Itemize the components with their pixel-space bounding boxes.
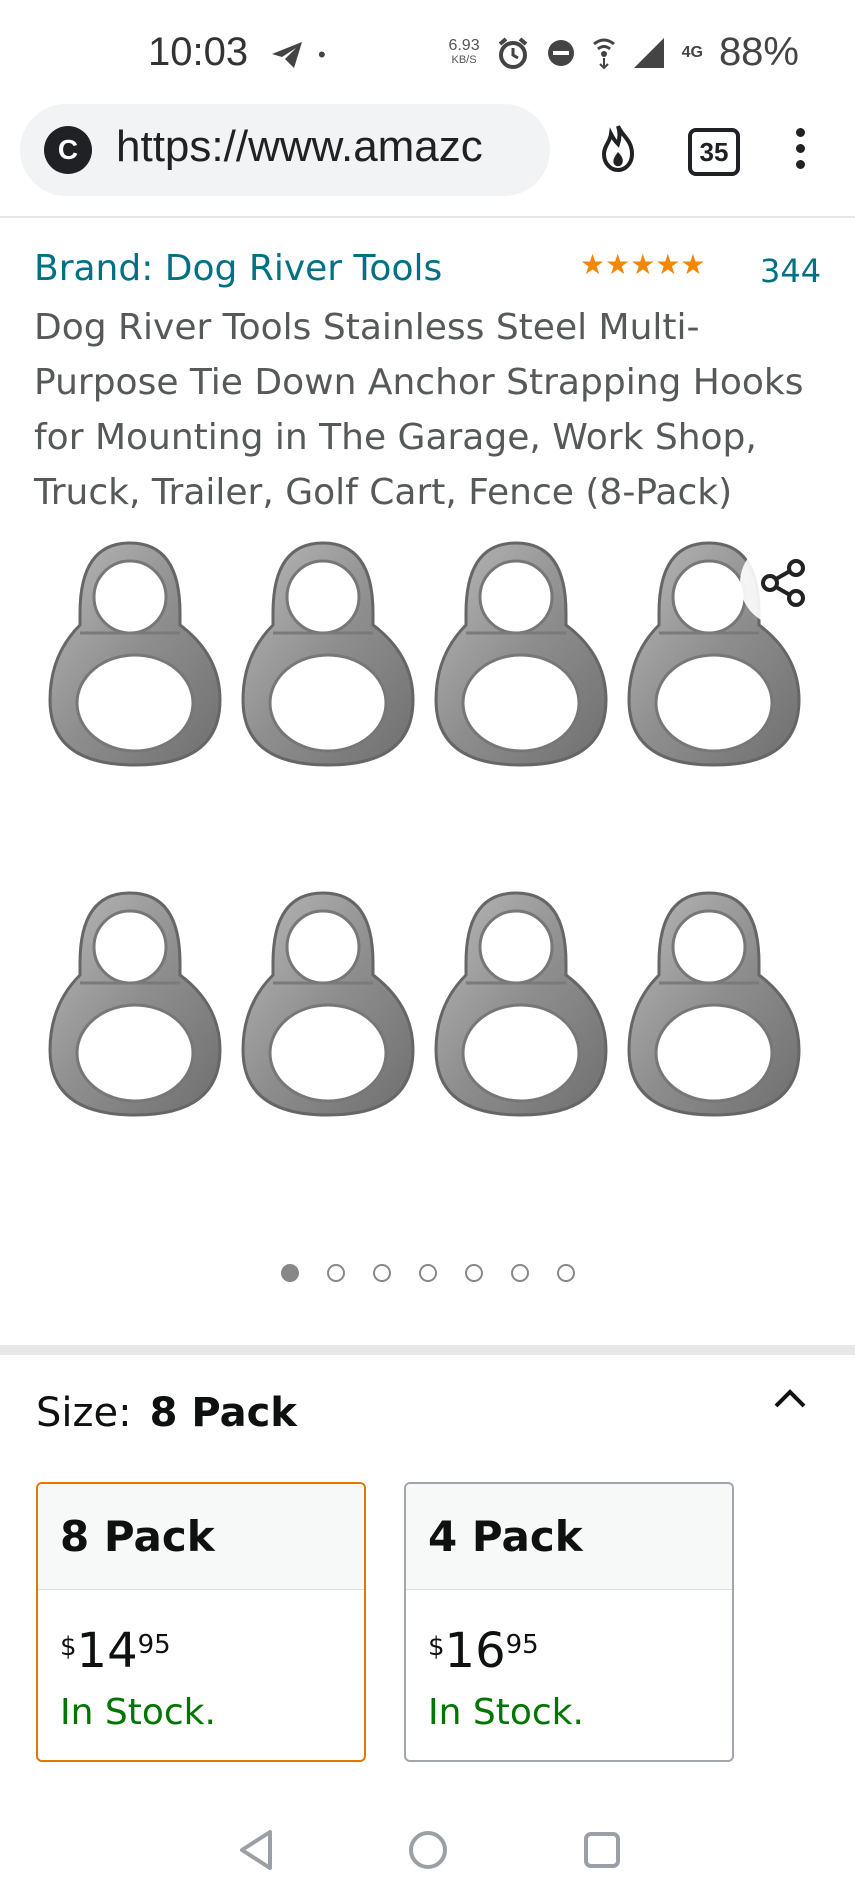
status-right-icons: 6.93 KB/S 4G 88%: [448, 30, 799, 75]
price: $ 14 95: [60, 1624, 171, 1678]
star-rating[interactable]: ★★★★★: [580, 248, 706, 281]
brand-link[interactable]: Brand: Dog River Tools: [34, 248, 442, 289]
rating-count[interactable]: 344: [760, 252, 821, 290]
network-speed: 6.93 KB/S: [448, 36, 480, 67]
section-divider: [0, 1345, 855, 1355]
price-currency: $: [60, 1632, 77, 1662]
price: $ 16 95: [428, 1624, 539, 1678]
carousel-dot[interactable]: [556, 1264, 575, 1282]
url-text[interactable]: https://www.amazc: [116, 122, 536, 172]
size-option-name: 4 Pack: [406, 1484, 732, 1590]
size-option-name: 8 Pack: [38, 1484, 364, 1590]
dot-icon: •: [318, 42, 326, 67]
telegram-icon: [272, 42, 302, 68]
carousel-dot[interactable]: [418, 1264, 437, 1282]
price-currency: $: [428, 1632, 445, 1662]
carousel-dot[interactable]: [372, 1264, 391, 1282]
flame-icon[interactable]: [592, 122, 644, 174]
carousel-dot[interactable]: [280, 1264, 299, 1282]
status-bar: 10:03 • 6.93 KB/S 4G 88%: [0, 0, 855, 100]
product-image[interactable]: [40, 535, 815, 1215]
chevron-up-icon[interactable]: [770, 1384, 810, 1414]
status-time: 10:03: [148, 30, 249, 74]
share-icon: [761, 559, 805, 607]
price-fraction: 95: [137, 1630, 171, 1660]
home-icon[interactable]: [406, 1828, 450, 1872]
carousel-dot[interactable]: [464, 1264, 483, 1282]
price-fraction: 95: [505, 1630, 539, 1660]
share-button[interactable]: [740, 540, 826, 626]
recents-icon[interactable]: [580, 1828, 624, 1872]
system-nav-bar: [0, 1800, 855, 1900]
size-option-8-pack[interactable]: 8 Pack $ 14 95 In Stock.: [36, 1482, 366, 1762]
price-whole: 16: [444, 1623, 506, 1679]
wifi-icon: [592, 38, 615, 69]
price-whole: 14: [76, 1623, 138, 1679]
carousel-dot[interactable]: [510, 1264, 529, 1282]
stock-status: In Stock.: [60, 1692, 216, 1733]
image-carousel-indicator[interactable]: [0, 1264, 855, 1294]
browser-toolbar: C https://www.amazc 35: [0, 100, 855, 212]
overflow-menu-icon[interactable]: [790, 128, 810, 178]
network-speed-unit: KB/S: [451, 53, 477, 66]
status-left-icons: •: [270, 30, 326, 80]
size-option-4-pack[interactable]: 4 Pack $ 16 95 In Stock.: [404, 1482, 734, 1762]
signal-icon: [633, 37, 664, 68]
product-title: Dog River Tools Stainless Steel Multi-Pu…: [34, 307, 804, 513]
address-bar[interactable]: C https://www.amazc: [20, 104, 550, 196]
selected-size: 8 Pack: [149, 1390, 297, 1436]
battery-level: 88%: [718, 30, 799, 74]
site-info-icon[interactable]: C: [44, 126, 92, 174]
size-heading: Size: 8 Pack: [36, 1390, 297, 1436]
stock-status: In Stock.: [428, 1692, 584, 1733]
network-speed-value: 6.93: [448, 36, 480, 54]
do-not-disturb-icon: [547, 39, 574, 66]
carousel-dot[interactable]: [326, 1264, 345, 1282]
size-label: Size:: [36, 1390, 132, 1436]
tab-switcher-button[interactable]: 35: [688, 128, 740, 176]
toolbar-divider: [0, 216, 855, 218]
network-type: 4G: [681, 43, 703, 61]
alarm-icon: [498, 36, 527, 69]
back-icon[interactable]: [236, 1828, 276, 1872]
